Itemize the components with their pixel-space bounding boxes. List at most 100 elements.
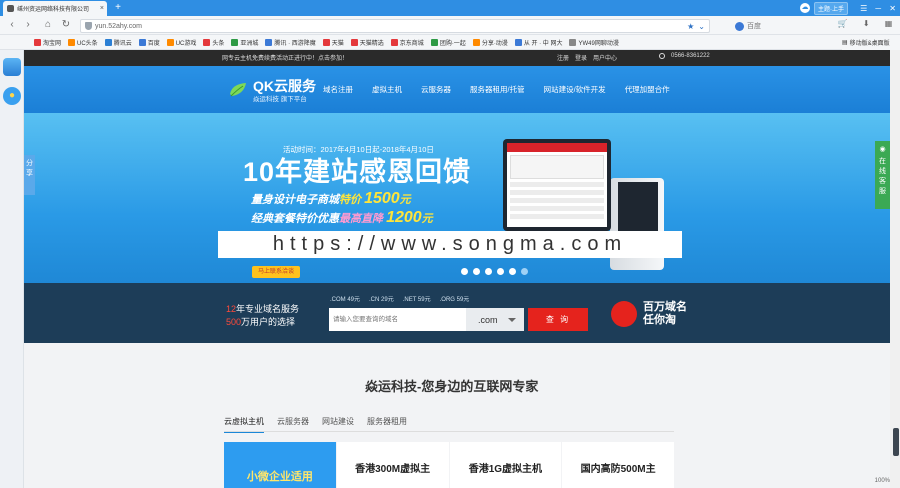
- star-icon[interactable]: ★: [687, 22, 694, 31]
- game-app-icon[interactable]: [3, 58, 21, 76]
- bookmark-item[interactable]: UC头条: [68, 38, 98, 47]
- online-service-tab[interactable]: ◉ 在线客服: [875, 141, 890, 209]
- slide-dots: [461, 268, 528, 275]
- top-notice[interactable]: 网专云主机免费续费活动正进行中！点击参加！: [222, 53, 348, 62]
- bookmark-label: UC游戏: [175, 40, 197, 47]
- bookmark-item[interactable]: 淘宝网: [34, 38, 61, 47]
- login-link[interactable]: 登录: [575, 53, 587, 62]
- bookmark-right-label: 移动版&桌面版: [849, 41, 890, 47]
- skin-button[interactable]: 主题·上手: [814, 1, 848, 15]
- grid-icon[interactable]: ▦: [885, 19, 893, 33]
- menu-web-build[interactable]: 网站建设/软件开发: [544, 84, 606, 95]
- shield-icon: [85, 22, 92, 30]
- slide-dot[interactable]: [497, 268, 504, 275]
- minimize-icon[interactable]: ─: [875, 4, 881, 13]
- bookmark-item[interactable]: 分享·动漫: [472, 38, 508, 47]
- menu-domain[interactable]: 域名注册: [323, 84, 353, 95]
- monitor-image: [503, 139, 611, 231]
- bookmark-item[interactable]: 头条: [203, 38, 224, 47]
- share-tab[interactable]: 分享: [24, 155, 35, 195]
- search-engine-icon: [735, 21, 744, 31]
- bookmark-icon: [68, 38, 76, 46]
- slide-dot[interactable]: [473, 268, 480, 275]
- card-domestic-500m[interactable]: 国内高防500M主: [562, 442, 674, 488]
- bookmark-label: YW49网聊动漫: [578, 40, 619, 47]
- new-tab-button[interactable]: +: [112, 2, 124, 14]
- slide-dot[interactable]: [461, 268, 468, 275]
- bookmark-item[interactable]: 天猫: [322, 38, 344, 47]
- leaf-logo-icon[interactable]: [228, 80, 248, 100]
- cloud-icon[interactable]: ☁: [800, 3, 810, 13]
- bookmark-label: 腾讯 · 西游降魔: [274, 40, 316, 47]
- skin-area: ☁ 主题·上手: [800, 0, 852, 16]
- tab-divider: [224, 431, 674, 432]
- query-button[interactable]: 查 询: [528, 308, 588, 331]
- main-menu: 域名注册 虚拟主机 云服务器 服务器租用/托管 网站建设/软件开发 代理加盟合作: [323, 84, 670, 95]
- chevron-down-icon[interactable]: ⌄: [698, 22, 705, 31]
- slide-dot[interactable]: [521, 268, 528, 275]
- bookmark-item[interactable]: 从 开 · 中 网大: [514, 38, 562, 47]
- back-icon[interactable]: ‹: [6, 19, 18, 31]
- user-center-link[interactable]: 用户中心: [593, 53, 617, 62]
- window-controls: ☰ ─ ✕: [856, 0, 900, 16]
- suffix-selected: .com: [478, 314, 498, 325]
- slogan2-text: 万用户的选择: [241, 317, 296, 327]
- line1-unit: 元: [399, 194, 411, 206]
- bookmark-item[interactable]: UC游戏: [166, 38, 197, 47]
- banner-title: 10年建站感恩回馈: [243, 157, 472, 187]
- menu-virtual-host[interactable]: 虚拟主机: [372, 84, 402, 95]
- scrollbar[interactable]: [890, 50, 900, 488]
- card-hk-1g[interactable]: 香港1G虚拟主机: [449, 442, 562, 488]
- search-engine-selector[interactable]: 百度: [735, 19, 795, 33]
- domain-search-input[interactable]: [329, 308, 466, 331]
- bookmark-item[interactable]: 团购·一起: [430, 38, 466, 47]
- slogan2-number: 500: [226, 317, 242, 327]
- zoom-level[interactable]: 100%: [875, 478, 890, 488]
- promo-text[interactable]: 百万域名 任你淘: [643, 301, 687, 327]
- card-hk-300m[interactable]: 香港300M虚拟主: [336, 442, 449, 488]
- line2-mid: 最高直降: [339, 213, 383, 225]
- bookmark-item[interactable]: 腾讯云: [104, 38, 132, 47]
- slogan1-text: 年专业域名服务: [236, 304, 300, 314]
- contact-button[interactable]: 马上联系洽谈: [252, 266, 300, 278]
- bookmark-item[interactable]: 天猫精选: [350, 38, 384, 47]
- bulb-app-icon[interactable]: ●: [3, 87, 21, 105]
- bookmark-icon: [231, 38, 239, 46]
- bookmark-item[interactable]: 京东商城: [390, 38, 424, 47]
- menu-cloud-server[interactable]: 云服务器: [421, 84, 451, 95]
- slide-dot[interactable]: [509, 268, 516, 275]
- line2-pre: 经典套餐特价优惠: [251, 213, 339, 225]
- line1-price: 1500: [364, 190, 400, 207]
- domain-slogan-2: 500万用户的选择: [226, 315, 295, 328]
- url-input[interactable]: yun.52ahy.com ★ ⌄: [80, 19, 710, 33]
- menu-icon[interactable]: ☰: [860, 4, 867, 13]
- bookmark-item[interactable]: YW49网聊动漫: [569, 38, 619, 47]
- bookmark-label: 百度: [147, 40, 160, 47]
- suffix-select[interactable]: .com: [466, 308, 524, 331]
- refresh-icon[interactable]: ↻: [60, 19, 72, 31]
- suffix-cn: .CN 29元: [369, 297, 394, 303]
- menu-server-rent[interactable]: 服务器租用/托管: [470, 84, 525, 95]
- bookmark-label: 京东商城: [399, 40, 424, 47]
- close-window-icon[interactable]: ✕: [889, 4, 896, 13]
- bookmark-item[interactable]: 腾讯 · 西游降魔: [265, 38, 316, 47]
- forward-icon[interactable]: ›: [22, 19, 34, 31]
- url-text[interactable]: yun.52ahy.com: [95, 23, 142, 30]
- browser-tab[interactable]: 嵊州资运网络科技有限公司 ×: [3, 1, 107, 16]
- bookmark-item[interactable]: 百度: [138, 38, 160, 47]
- home-icon[interactable]: ⌂: [42, 19, 54, 31]
- promo-line-2: 任你淘: [643, 314, 676, 326]
- bookmark-right[interactable]: ▤ 移动版&桌面版: [842, 35, 900, 50]
- slide-dot[interactable]: [485, 268, 492, 275]
- bookmark-label: 团购·一起: [439, 40, 466, 47]
- search-engine-label: 百度: [747, 23, 761, 30]
- cart-icon[interactable]: 🛒: [838, 19, 848, 33]
- tab-close-icon[interactable]: ×: [100, 5, 104, 12]
- card-small-business[interactable]: 小微企业适用: [224, 442, 336, 488]
- register-link[interactable]: 注册: [557, 53, 569, 62]
- site-favicon-icon: [7, 5, 14, 12]
- bookmark-item[interactable]: 亚洲城: [231, 38, 258, 47]
- download-icon[interactable]: ⬇: [863, 19, 870, 33]
- menu-agent[interactable]: 代理加盟合作: [625, 84, 670, 95]
- scrollbar-thumb[interactable]: [893, 428, 899, 456]
